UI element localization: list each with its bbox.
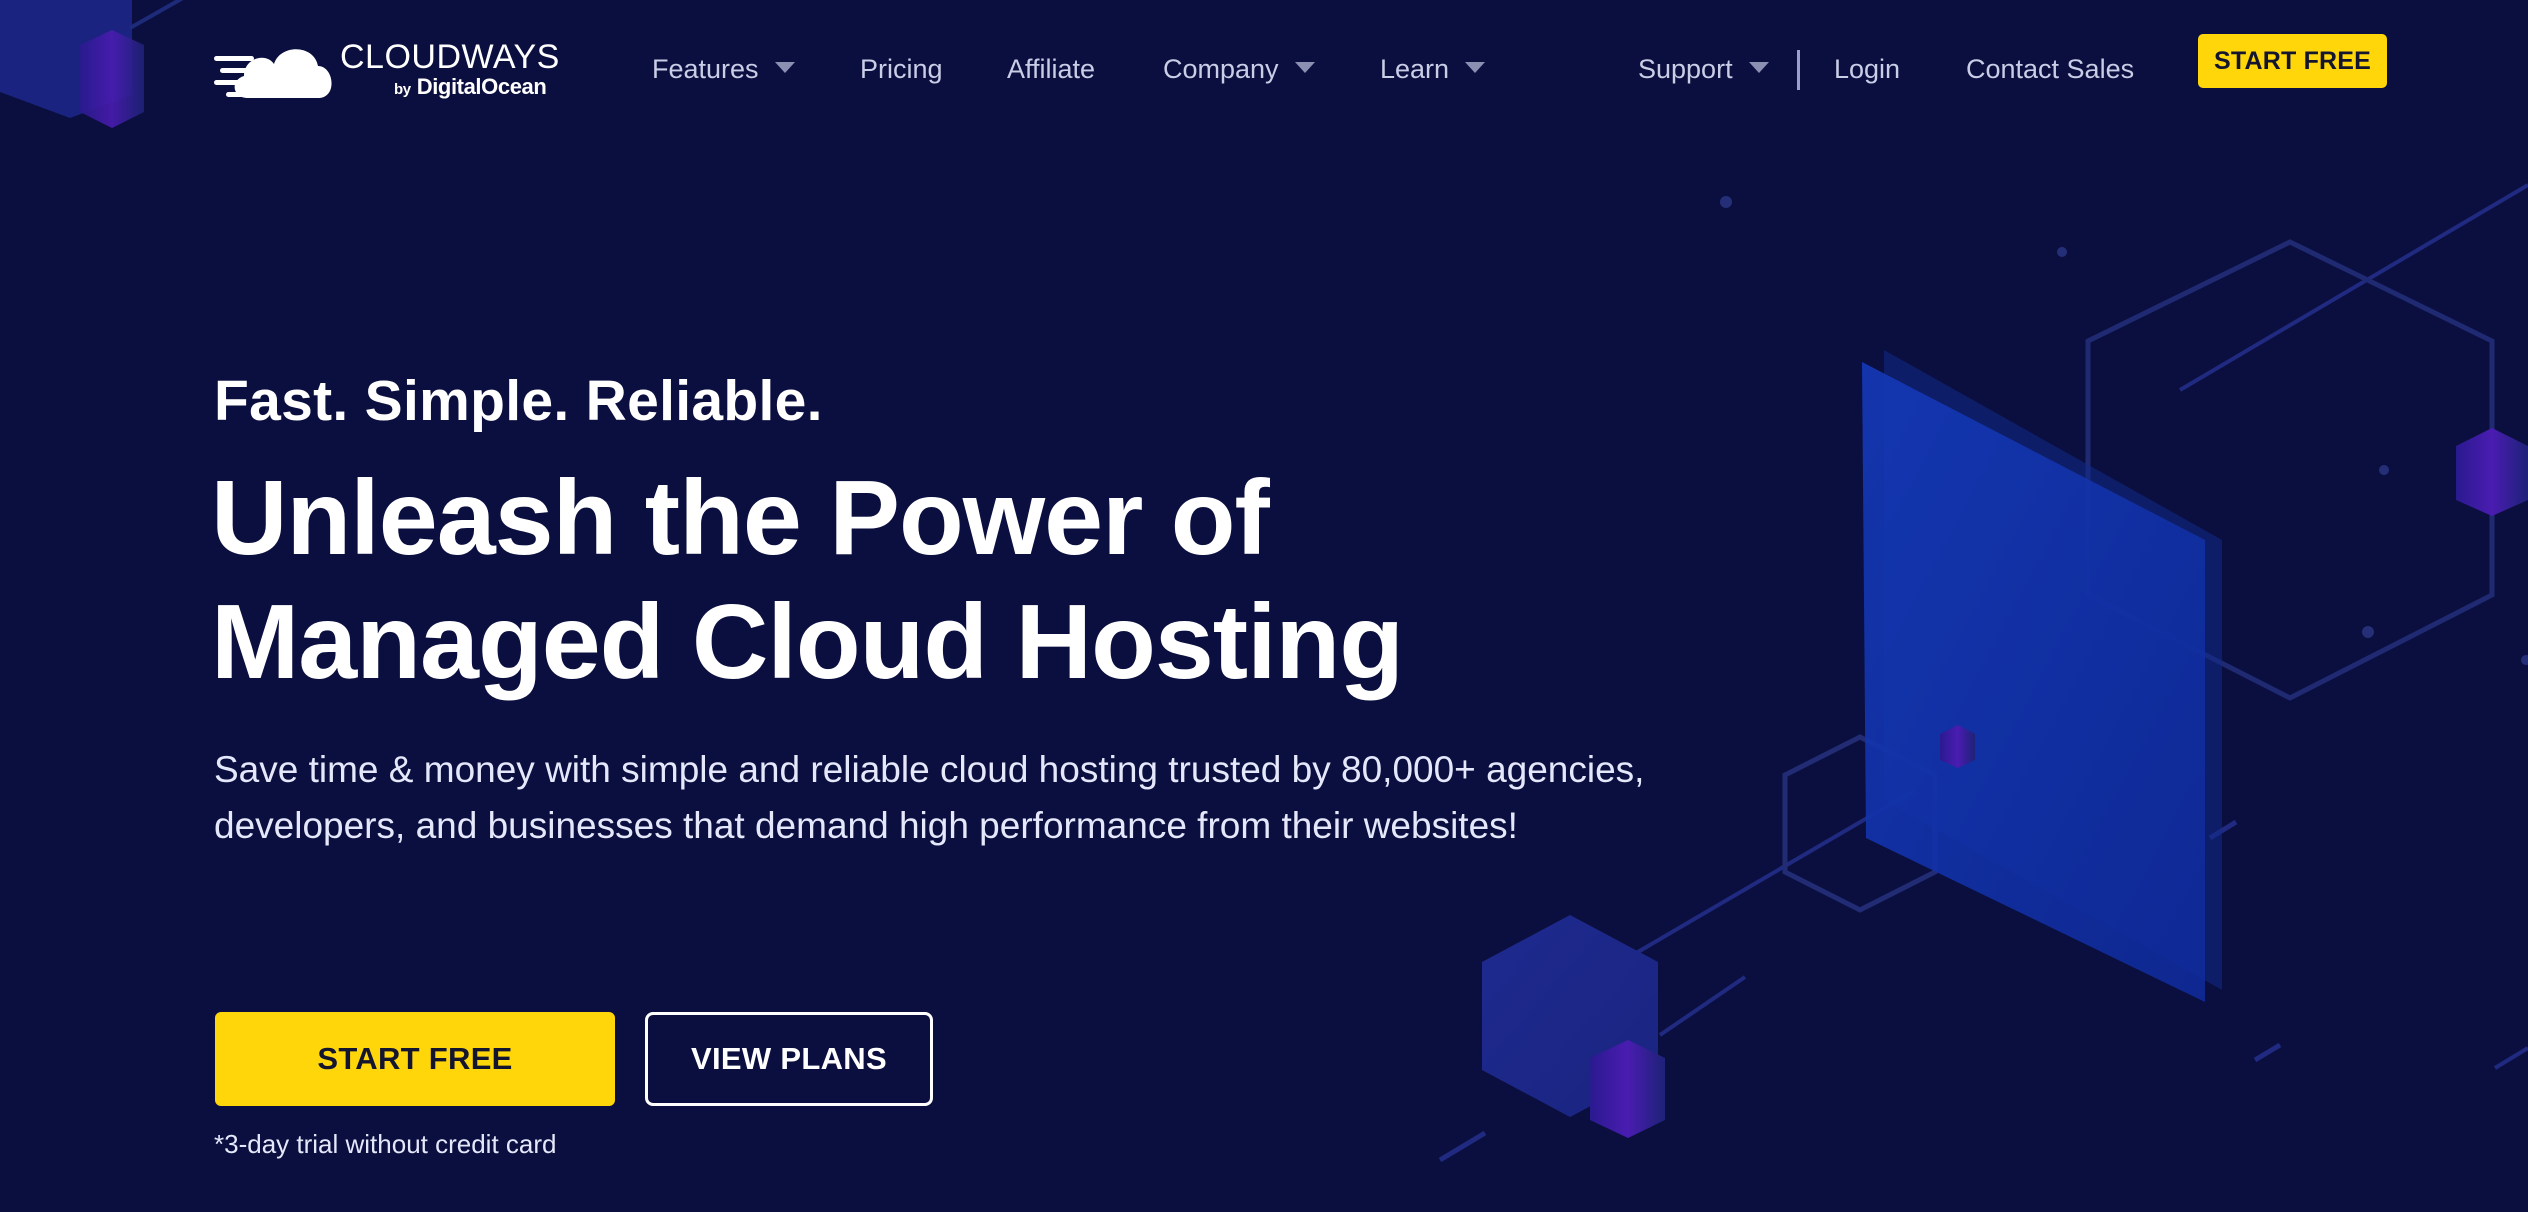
top-navigation-bar: CLOUDWAYS by DigitalOcean Features Pricin… xyxy=(0,0,2528,140)
nav-item-label: Affiliate xyxy=(1007,53,1096,84)
contact-sales-link[interactable]: Contact Sales xyxy=(1966,51,2134,87)
nav-item-features[interactable]: Features xyxy=(652,51,795,87)
logo-wordmark: CLOUDWAYS xyxy=(340,38,560,76)
nav-item-label: Login xyxy=(1834,53,1901,84)
logo-by-text: by xyxy=(394,81,411,98)
nav-item-label: Company xyxy=(1163,53,1279,84)
nav-item-support[interactable]: Support xyxy=(1638,51,1769,87)
nav-item-company[interactable]: Company xyxy=(1163,51,1315,87)
caret-down-icon xyxy=(1465,61,1486,73)
nav-item-affiliate[interactable]: Affiliate xyxy=(1007,51,1095,87)
logo-subtitle: by DigitalOcean xyxy=(394,74,547,100)
logo-digitalocean-text: DigitalOcean xyxy=(416,74,547,99)
caret-down-icon xyxy=(774,61,795,73)
start-free-button[interactable]: START FREE xyxy=(215,1012,615,1106)
cloudways-logo[interactable]: CLOUDWAYS by DigitalOcean xyxy=(214,36,559,102)
cloud-speed-icon xyxy=(214,49,332,98)
nav-item-label: Contact Sales xyxy=(1966,53,2135,84)
hero-title-line-1: Unleash the Power of xyxy=(211,459,1270,577)
caret-down-icon xyxy=(1294,61,1315,73)
nav-item-pricing[interactable]: Pricing xyxy=(860,51,943,87)
nav-item-label: Pricing xyxy=(860,53,943,84)
hero-title: Unleash the Power of Managed Cloud Hosti… xyxy=(211,456,1404,704)
hero-tagline: Fast. Simple. Reliable. xyxy=(214,369,823,433)
header-start-free-button[interactable]: START FREE xyxy=(2198,34,2387,88)
page: CLOUDWAYS by DigitalOcean Features Pricin… xyxy=(0,0,2528,1212)
view-plans-button[interactable]: VIEW PLANS xyxy=(645,1012,933,1106)
trial-note: *3-day trial without credit card xyxy=(214,1129,557,1159)
hero-title-line-2: Managed Cloud Hosting xyxy=(211,583,1404,701)
hero-description: Save time & money with simple and reliab… xyxy=(214,749,1645,846)
caret-down-icon xyxy=(1748,61,1769,73)
nav-item-label: Features xyxy=(652,53,759,84)
nav-item-learn[interactable]: Learn xyxy=(1380,51,1486,87)
nav-item-label: Support xyxy=(1638,53,1733,84)
nav-divider xyxy=(1797,50,1800,90)
nav-item-label: Learn xyxy=(1380,53,1450,84)
login-link[interactable]: Login xyxy=(1834,51,1900,87)
